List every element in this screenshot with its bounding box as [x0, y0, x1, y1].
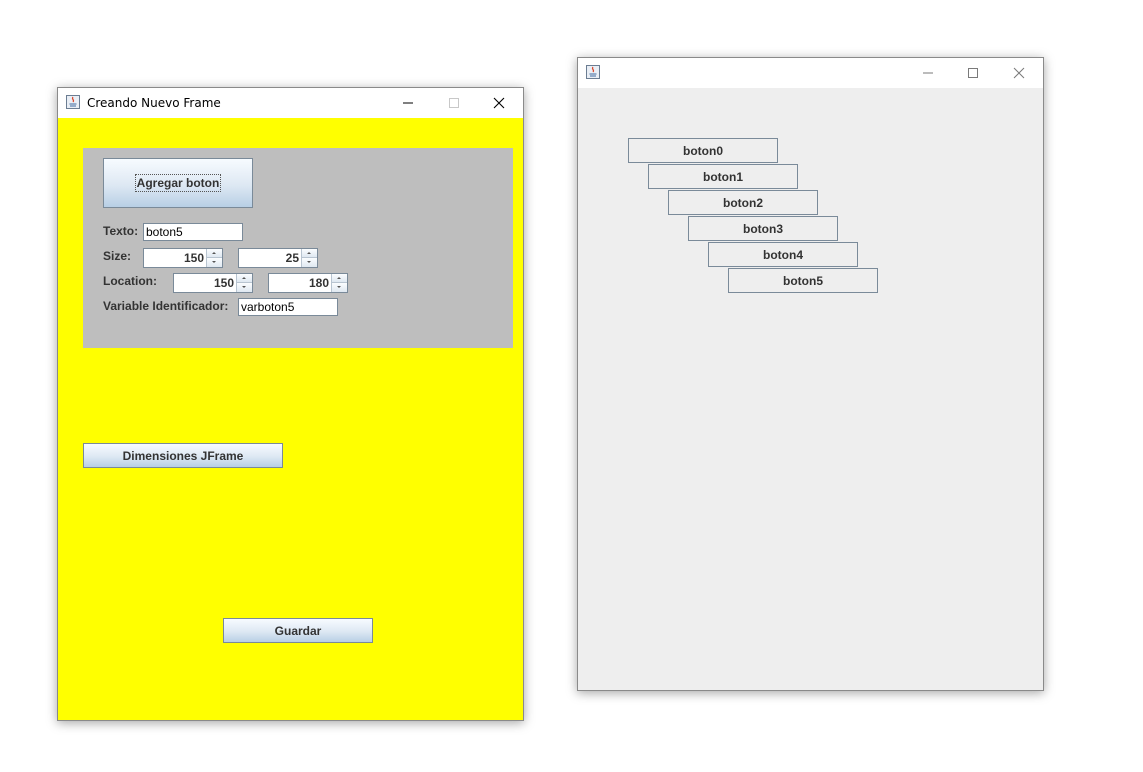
close-icon[interactable] [476, 88, 522, 118]
location-y-spinner[interactable]: 180 [268, 273, 348, 293]
spinner-up-arrow-icon[interactable] [207, 249, 222, 258]
location-x-value: 150 [213, 276, 234, 290]
title-bar[interactable]: Creando Nuevo Frame [58, 88, 523, 118]
spinner-up-arrow-icon[interactable] [237, 274, 252, 283]
generated-button[interactable]: boton3 [688, 216, 838, 241]
generated-button-label: boton1 [703, 169, 743, 184]
generated-button[interactable]: boton1 [648, 164, 798, 189]
dimensiones-jframe-label: Dimensiones JFrame [122, 448, 244, 463]
minimize-icon[interactable] [385, 88, 431, 118]
generated-button-label: boton0 [683, 143, 723, 158]
texto-field[interactable]: boton5 [143, 223, 243, 241]
guardar-label: Guardar [274, 623, 322, 638]
variable-identificador-field[interactable]: varboton5 [238, 298, 338, 316]
spinner-arrows [331, 274, 347, 292]
frame1-content: Agregar boton Texto: boton5 Size: 150 25… [58, 118, 523, 720]
size-label: Size: [103, 249, 132, 263]
size-width-spinner[interactable]: 150 [143, 248, 223, 268]
maximize-icon [431, 88, 477, 118]
spinner-arrows [206, 249, 222, 267]
window-title: Creando Nuevo Frame [87, 96, 221, 110]
agregar-boton-label: Agregar boton [134, 174, 222, 192]
generated-button-label: boton3 [743, 221, 783, 236]
java-app-icon [66, 95, 80, 109]
guardar-button[interactable]: Guardar [223, 618, 373, 643]
spinner-down-arrow-icon[interactable] [302, 258, 317, 267]
dimensiones-jframe-button[interactable]: Dimensiones JFrame [83, 443, 283, 468]
frame2-content: boton0 boton1 boton2 boton3 boton4 boton… [578, 88, 1043, 690]
spinner-down-arrow-icon[interactable] [207, 258, 222, 267]
generated-button[interactable]: boton5 [728, 268, 878, 293]
generated-button[interactable]: boton2 [668, 190, 818, 215]
size-height-value: 25 [285, 251, 299, 265]
variable-identificador-label: Variable Identificador: [103, 299, 229, 313]
generated-button[interactable]: boton0 [628, 138, 778, 163]
spinner-arrows [301, 249, 317, 267]
generated-button[interactable]: boton4 [708, 242, 858, 267]
spinner-down-arrow-icon[interactable] [237, 283, 252, 292]
texto-label: Texto: [103, 224, 139, 238]
frame-creando-nuevo-frame: Creando Nuevo Frame Agregar boton Texto:… [57, 87, 524, 721]
title-bar[interactable] [578, 58, 1043, 88]
frame-generated: boton0 boton1 boton2 boton3 boton4 boton… [577, 57, 1044, 691]
location-label: Location: [103, 274, 157, 288]
form-panel: Agregar boton Texto: boton5 Size: 150 25… [83, 148, 513, 348]
minimize-icon[interactable] [905, 58, 951, 88]
maximize-icon[interactable] [950, 58, 996, 88]
java-app-icon [586, 65, 600, 79]
location-x-spinner[interactable]: 150 [173, 273, 253, 293]
agregar-boton-button[interactable]: Agregar boton [103, 158, 253, 208]
size-width-value: 150 [183, 251, 204, 265]
spinner-down-arrow-icon[interactable] [332, 283, 347, 292]
location-y-value: 180 [308, 276, 329, 290]
generated-button-label: boton2 [723, 195, 763, 210]
spinner-up-arrow-icon[interactable] [302, 249, 317, 258]
generated-button-label: boton4 [763, 247, 803, 262]
generated-button-label: boton5 [783, 273, 823, 288]
spinner-arrows [236, 274, 252, 292]
size-height-spinner[interactable]: 25 [238, 248, 318, 268]
close-icon[interactable] [996, 58, 1042, 88]
spinner-up-arrow-icon[interactable] [332, 274, 347, 283]
